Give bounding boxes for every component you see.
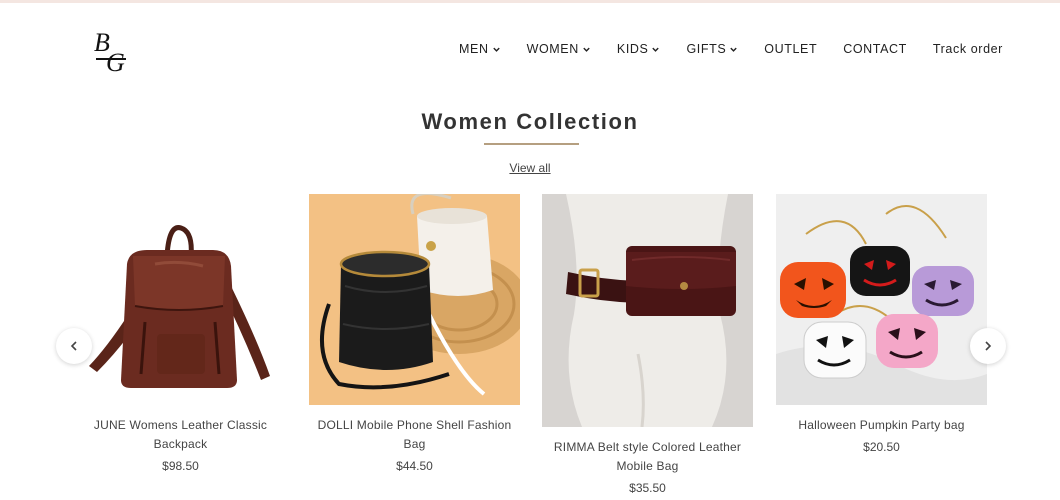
product-card[interactable]: RIMMA Belt style Colored Leather Mobile … bbox=[542, 194, 753, 495]
chevron-down-icon bbox=[652, 47, 660, 52]
top-accent-line bbox=[0, 0, 1060, 3]
product-image-pumpkin-bags[interactable] bbox=[776, 194, 987, 405]
nav-item-women[interactable]: WOMEN bbox=[527, 42, 591, 56]
nav-label: MEN bbox=[459, 42, 489, 56]
nav-item-kids[interactable]: KIDS bbox=[617, 42, 661, 56]
nav-item-outlet[interactable]: OUTLET bbox=[764, 42, 817, 56]
nav-item-gifts[interactable]: GIFTS bbox=[686, 42, 738, 56]
nav-label: OUTLET bbox=[764, 42, 818, 56]
product-name[interactable]: DOLLI Mobile Phone Shell Fashion Bag bbox=[309, 416, 520, 454]
chevron-down-icon bbox=[583, 47, 590, 52]
svg-text:G: G bbox=[106, 48, 125, 75]
chevron-left-icon bbox=[70, 341, 77, 351]
product-card[interactable]: JUNE Womens Leather Classic Backpack $98… bbox=[75, 194, 286, 473]
product-price: $20.50 bbox=[863, 440, 900, 454]
nav-item-men[interactable]: MEN bbox=[459, 42, 501, 56]
product-name[interactable]: Halloween Pumpkin Party bag bbox=[776, 416, 987, 435]
product-image-belt-bag[interactable] bbox=[542, 194, 753, 427]
product-image-backpack[interactable] bbox=[75, 194, 286, 405]
product-card[interactable]: DOLLI Mobile Phone Shell Fashion Bag $44… bbox=[309, 194, 520, 473]
product-card[interactable]: Halloween Pumpkin Party bag $20.50 bbox=[776, 194, 987, 454]
nav-label: CONTACT bbox=[843, 42, 907, 56]
carousel-next-button[interactable] bbox=[970, 328, 1006, 364]
product-name[interactable]: JUNE Womens Leather Classic Backpack bbox=[75, 416, 286, 454]
title-underline bbox=[484, 143, 579, 145]
nav-label: Track order bbox=[932, 42, 1003, 56]
brand-logo[interactable]: B G bbox=[92, 27, 132, 77]
section-title: Women Collection bbox=[421, 109, 639, 134]
view-all-link[interactable]: View all bbox=[509, 161, 550, 175]
nav-label: WOMEN bbox=[526, 42, 579, 56]
nav-label: KIDS bbox=[616, 42, 649, 56]
chevron-right-icon bbox=[985, 341, 992, 351]
nav-item-contact[interactable]: CONTACT bbox=[843, 42, 907, 56]
chevron-down-icon bbox=[730, 47, 737, 52]
chevron-down-icon bbox=[492, 47, 500, 52]
product-price: $44.50 bbox=[396, 459, 433, 473]
carousel-prev-button[interactable] bbox=[56, 328, 92, 364]
product-price: $35.50 bbox=[629, 481, 666, 495]
product-name[interactable]: RIMMA Belt style Colored Leather Mobile … bbox=[542, 438, 753, 476]
product-image-crossbody[interactable] bbox=[309, 194, 520, 405]
nav-item-track-order[interactable]: Track order bbox=[933, 42, 1003, 56]
nav-label: GIFTS bbox=[686, 42, 727, 56]
main-nav: MEN WOMEN KIDS GIFTS OUTLET CONTACT Trac… bbox=[459, 42, 1003, 56]
product-price: $98.50 bbox=[162, 459, 199, 473]
